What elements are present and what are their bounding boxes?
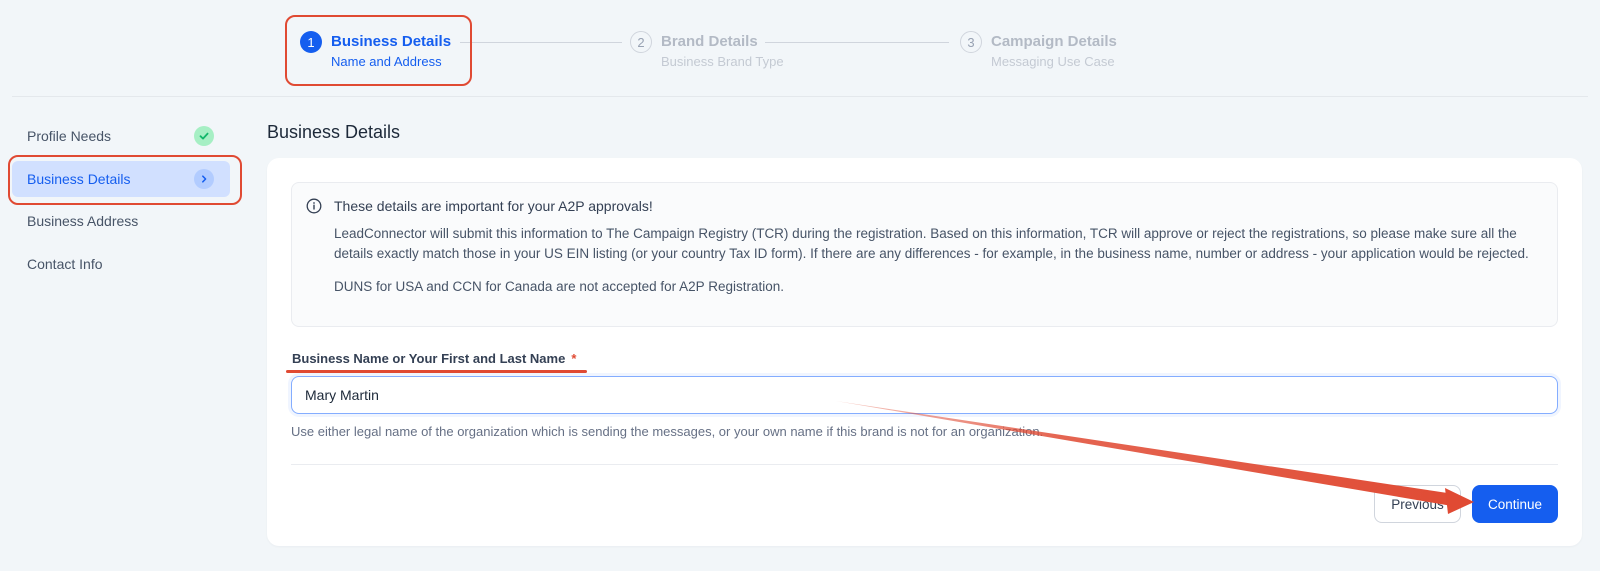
page-title: Business Details [267,122,401,142]
info-icon [306,198,322,219]
field-help-text: Use either legal name of the organizatio… [291,424,1044,439]
sidebar-item-profile-needs[interactable]: Profile Needs [12,118,230,154]
step-title: Campaign Details [991,33,1117,50]
step-title: Brand Details [661,33,758,50]
step-subtitle: Business Brand Type [661,54,784,69]
previous-button[interactable]: Previous [1374,485,1461,523]
continue-button[interactable]: Continue [1472,485,1558,523]
step-connector-2-3 [765,42,949,43]
stepper-divider [12,96,1588,97]
sidebar-item-contact-info[interactable]: Contact Info [12,246,230,282]
progress-stepper: 1 Business Details Name and Address 2 Br… [0,0,1600,97]
step-subtitle: Messaging Use Case [991,54,1115,69]
card-divider [291,464,1558,465]
sidebar-item-business-address[interactable]: Business Address [12,203,230,239]
annotation-underline [286,370,587,373]
info-heading: These details are important for your A2P… [334,198,653,214]
step-connector-1-2 [460,42,622,43]
sidebar-item-label: Profile Needs [27,128,112,144]
field-label-text: Business Name or Your First and Last Nam… [292,351,566,366]
required-marker: * [571,351,577,366]
sidebar-item-label: Business Address [27,213,139,229]
info-body: LeadConnector will submit this informati… [334,226,1529,261]
info-note: DUNS for USA and CCN for Canada are not … [334,279,784,294]
step-brand-details[interactable]: 2 Brand Details Business Brand Type [630,31,784,70]
step-campaign-details[interactable]: 3 Campaign Details Messaging Use Case [960,31,1117,70]
info-alert: These details are important for your A2P… [291,182,1558,327]
step-number-badge: 3 [960,31,982,53]
business-name-label: Business Name or Your First and Last Nam… [292,351,576,366]
business-details-card: These details are important for your A2P… [267,158,1582,546]
sidebar-item-label: Contact Info [27,255,103,272]
step-number-badge: 2 [630,31,652,53]
check-icon [194,126,214,146]
annotation-highlight-step [285,15,472,86]
annotation-highlight-sidebar [8,155,242,205]
business-name-input[interactable] [291,376,1558,414]
